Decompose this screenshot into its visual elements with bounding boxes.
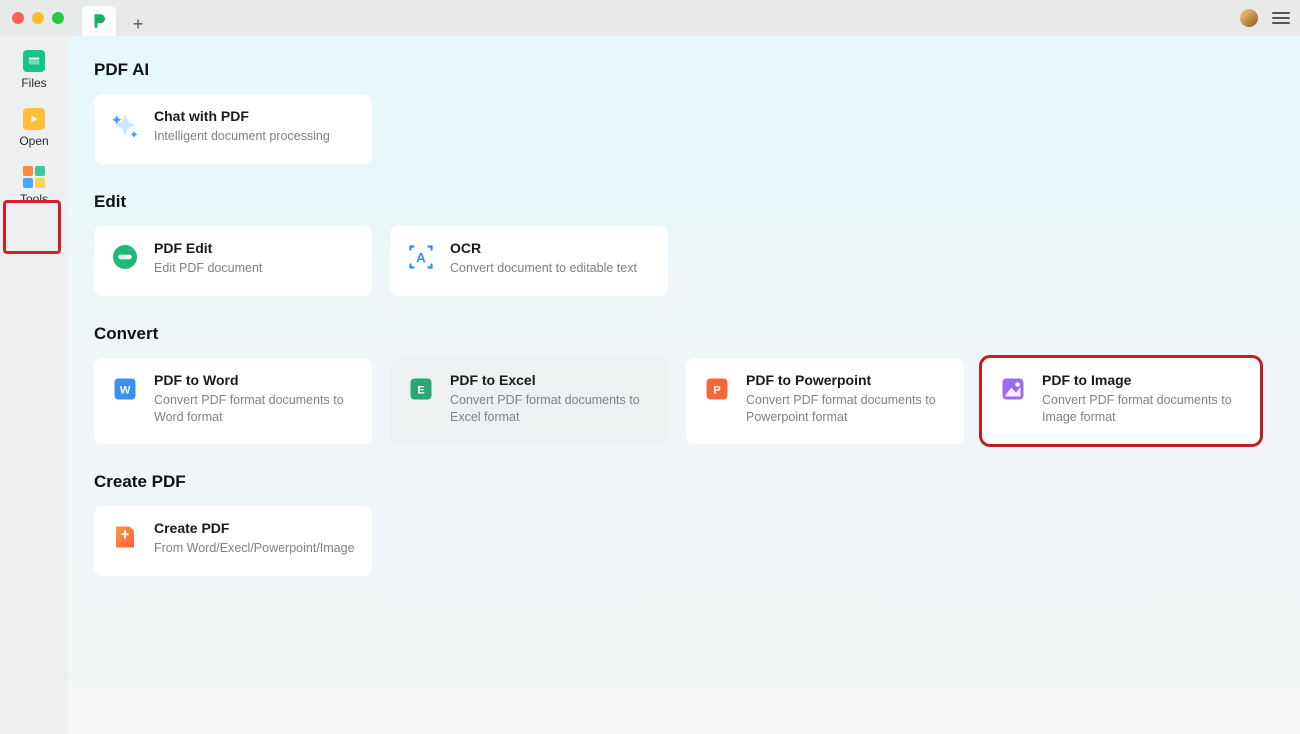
ocr-icon: A xyxy=(406,242,436,272)
main-content: PDF AI Chat with PDF Intelligent documen… xyxy=(68,36,1300,734)
section-convert: Convert W PDF to Word Convert PDF format… xyxy=(94,324,1274,444)
new-tab-button[interactable]: + xyxy=(126,12,150,36)
user-avatar[interactable] xyxy=(1240,9,1258,27)
card-title: PDF to Word xyxy=(154,372,356,388)
card-desc: Convert PDF format documents to Word for… xyxy=(154,392,356,426)
card-pdf-to-image[interactable]: PDF to Image Convert PDF format document… xyxy=(982,358,1260,444)
card-desc: Edit PDF document xyxy=(154,260,262,277)
card-title: PDF Edit xyxy=(154,240,262,256)
card-title: PDF to Powerpoint xyxy=(746,372,948,388)
menu-button[interactable] xyxy=(1272,12,1290,24)
section-edit: Edit PDF Edit Edit PDF document xyxy=(94,192,1274,296)
card-pdf-to-word[interactable]: W PDF to Word Convert PDF format documen… xyxy=(94,358,372,444)
create-pdf-icon xyxy=(110,522,140,552)
sidebar-tools-highlight xyxy=(3,200,61,254)
card-title: Create PDF xyxy=(154,520,355,536)
svg-text:A: A xyxy=(416,250,426,265)
image-icon xyxy=(998,374,1028,404)
section-heading: PDF AI xyxy=(94,60,1274,80)
section-heading: Create PDF xyxy=(94,472,1274,492)
card-pdf-to-excel[interactable]: E PDF to Excel Convert PDF format docume… xyxy=(390,358,668,444)
card-pdf-to-powerpoint[interactable]: P PDF to Powerpoint Convert PDF format d… xyxy=(686,358,964,444)
edit-icon xyxy=(110,242,140,272)
card-desc: Convert PDF format documents to Image fo… xyxy=(1042,392,1244,426)
svg-text:W: W xyxy=(120,385,131,397)
card-desc: Intelligent document processing xyxy=(154,128,330,145)
sidebar-item-label: Open xyxy=(19,134,48,148)
sparkle-icon xyxy=(110,110,140,140)
card-desc: Convert PDF format documents to Powerpoi… xyxy=(746,392,948,426)
card-create-pdf[interactable]: Create PDF From Word/Execl/Powerpoint/Im… xyxy=(94,506,372,576)
open-icon xyxy=(23,108,45,130)
window-minimize-button[interactable] xyxy=(32,12,44,24)
card-chat-with-pdf[interactable]: Chat with PDF Intelligent document proce… xyxy=(94,94,372,164)
window-close-button[interactable] xyxy=(12,12,24,24)
section-heading: Edit xyxy=(94,192,1274,212)
word-icon: W xyxy=(110,374,140,404)
sidebar-item-label: Files xyxy=(21,76,46,90)
window-titlebar: + xyxy=(0,0,1300,36)
sidebar-item-files[interactable]: Files xyxy=(9,50,59,90)
section-heading: Convert xyxy=(94,324,1274,344)
sidebar-item-tools[interactable]: Tools xyxy=(9,166,59,206)
card-title: PDF to Image xyxy=(1042,372,1244,388)
card-ocr[interactable]: A OCR Convert document to editable text xyxy=(390,226,668,296)
svg-text:E: E xyxy=(417,385,425,397)
window-maximize-button[interactable] xyxy=(52,12,64,24)
tools-icon xyxy=(23,166,45,188)
card-title: Chat with PDF xyxy=(154,108,330,124)
sidebar-item-open[interactable]: Open xyxy=(9,108,59,148)
files-icon xyxy=(23,50,45,72)
section-pdf-ai: PDF AI Chat with PDF Intelligent documen… xyxy=(94,60,1274,164)
app-logo-icon xyxy=(90,12,108,30)
tab-home[interactable] xyxy=(82,6,116,36)
excel-icon: E xyxy=(406,374,436,404)
card-desc: Convert document to editable text xyxy=(450,260,637,277)
card-desc: From Word/Execl/Powerpoint/Image xyxy=(154,540,355,557)
card-desc: Convert PDF format documents to Excel fo… xyxy=(450,392,652,426)
card-pdf-edit[interactable]: PDF Edit Edit PDF document xyxy=(94,226,372,296)
window-traffic-lights xyxy=(12,12,64,24)
sidebar-item-label: Tools xyxy=(20,192,48,206)
card-title: PDF to Excel xyxy=(450,372,652,388)
tab-strip: + xyxy=(82,0,150,36)
svg-text:P: P xyxy=(713,385,721,397)
powerpoint-icon: P xyxy=(702,374,732,404)
card-title: OCR xyxy=(450,240,637,256)
sidebar: Files Open Tools xyxy=(0,36,68,734)
section-create-pdf: Create PDF Create PDF From Word/Execl/Po… xyxy=(94,472,1274,576)
